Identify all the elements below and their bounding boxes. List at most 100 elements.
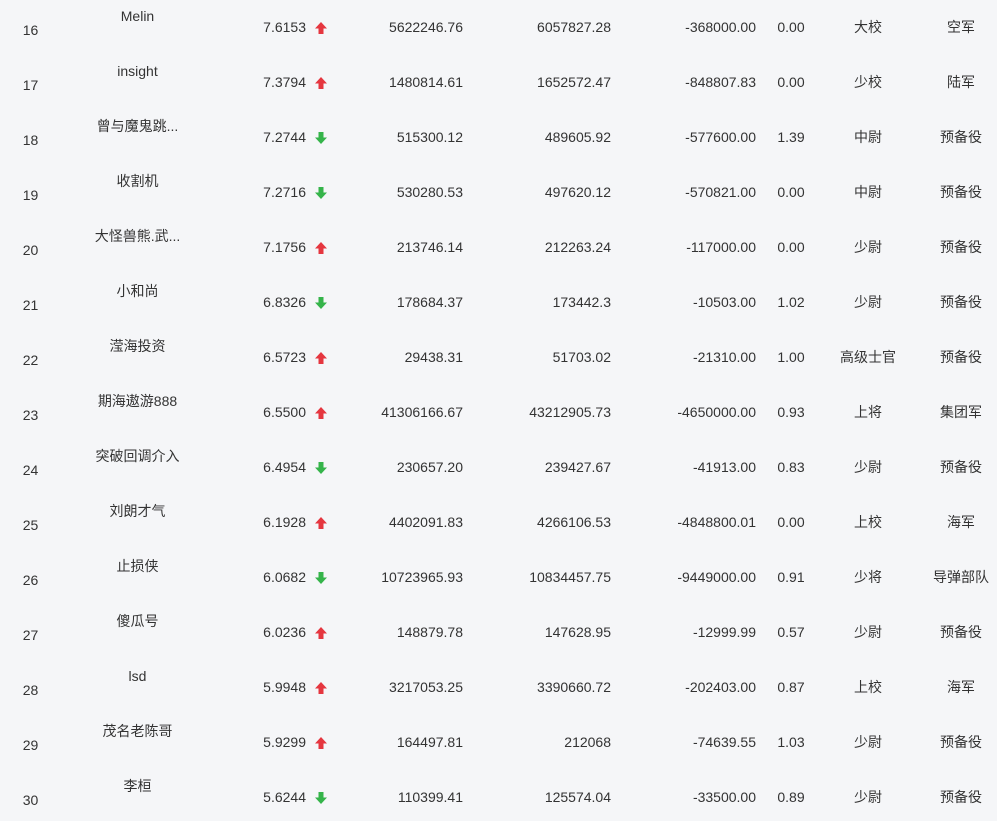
table-row[interactable]: 18 曾与魔鬼跳... 7.2744 515300.12 489605.92 -57760…: [0, 111, 997, 166]
rank-title-cell: 少尉: [854, 789, 882, 805]
rank-title-cell: 中尉: [854, 184, 882, 200]
value-cell-3: -33500.00: [692, 789, 756, 805]
value-cell-2: 6057827.28: [537, 19, 611, 35]
rank-title-cell: 少校: [854, 74, 882, 90]
value-cell-1: 29438.31: [404, 349, 463, 365]
branch-cell: 预备役: [940, 624, 982, 640]
trader-name[interactable]: 收割机: [80, 172, 195, 190]
score-cell: 7.3794: [263, 74, 306, 90]
score-cell: 6.5723: [263, 349, 306, 365]
ratio-cell: 1.03: [777, 734, 805, 750]
rank-title-cell: 少将: [854, 569, 882, 585]
value-cell-3: -202403.00: [685, 679, 756, 695]
value-cell-2: 51703.02: [552, 349, 611, 365]
trader-name[interactable]: lsd: [80, 667, 195, 685]
value-cell-3: -4650000.00: [677, 404, 756, 420]
trader-name[interactable]: 曾与魔鬼跳...: [80, 117, 195, 135]
value-cell-1: 5622246.76: [389, 19, 463, 35]
trader-name[interactable]: 刘朗才气: [80, 502, 195, 520]
table-row[interactable]: 17 insight 7.3794 1480814.61 1652572.47 -8488…: [0, 56, 997, 111]
branch-cell: 导弹部队: [933, 569, 989, 585]
rank-cell: 23: [22, 407, 39, 423]
table-row[interactable]: 26 止损侠 6.0682 10723965.93 10834457.75 -944900…: [0, 551, 997, 606]
trader-name[interactable]: 大怪兽熊.武...: [80, 227, 195, 245]
value-cell-2: 147628.95: [544, 624, 611, 640]
trader-name[interactable]: 茂名老陈哥: [80, 722, 195, 740]
rank-cell: 16: [22, 22, 39, 38]
ratio-cell: 0.00: [777, 74, 805, 90]
rank-cell: 22: [22, 352, 39, 368]
trader-name[interactable]: 李桓: [80, 777, 195, 795]
branch-cell: 预备役: [940, 184, 982, 200]
arrow-down-icon: [313, 295, 329, 311]
value-cell-1: 213746.14: [396, 239, 463, 255]
branch-cell: 预备役: [940, 239, 982, 255]
value-cell-2: 1652572.47: [537, 74, 611, 90]
table-row[interactable]: 23 期海遨游888 6.5500 41306166.67 43212905.73 -46…: [0, 386, 997, 441]
ratio-cell: 0.87: [777, 679, 805, 695]
score-cell: 6.4954: [263, 459, 306, 475]
value-cell-1: 530280.53: [396, 184, 463, 200]
rank-cell: 17: [22, 77, 39, 93]
arrow-up-icon: [313, 735, 329, 751]
trader-name[interactable]: 止损侠: [80, 557, 195, 575]
trader-name[interactable]: 小和尚: [80, 282, 195, 300]
value-cell-3: -577600.00: [685, 129, 756, 145]
branch-cell: 预备役: [940, 789, 982, 805]
value-cell-1: 4402091.83: [389, 514, 463, 530]
value-cell-2: 43212905.73: [529, 404, 611, 420]
table-row[interactable]: 28 lsd 5.9948 3217053.25 3390660.72 -202403.0…: [0, 661, 997, 716]
value-cell-3: -570821.00: [685, 184, 756, 200]
value-cell-1: 164497.81: [396, 734, 463, 750]
table-row[interactable]: 24 突破回调介入 6.4954 230657.20 239427.67 -41913.0…: [0, 441, 997, 496]
rank-title-cell: 高级士官: [840, 349, 896, 365]
rank-cell: 19: [22, 187, 39, 203]
arrow-up-icon: [313, 350, 329, 366]
score-cell: 6.0682: [263, 569, 306, 585]
arrow-up-icon: [313, 405, 329, 421]
branch-cell: 海军: [947, 514, 975, 530]
branch-cell: 集团军: [940, 404, 982, 420]
score-cell: 7.1756: [263, 239, 306, 255]
table-row[interactable]: 21 小和尚 6.8326 178684.37 173442.3 -10503.00 1.0…: [0, 276, 997, 331]
value-cell-1: 1480814.61: [389, 74, 463, 90]
table-row[interactable]: 19 收割机 7.2716 530280.53 497620.12 -570821.00 0…: [0, 166, 997, 221]
table-row[interactable]: 27 傻瓜号 6.0236 148879.78 147628.95 -12999.99 0.…: [0, 606, 997, 661]
table-row[interactable]: 22 滢海投资 6.5723 29438.31 51703.02 -21310.00 1.0…: [0, 331, 997, 386]
value-cell-2: 212263.24: [544, 239, 611, 255]
ratio-cell: 0.89: [777, 789, 805, 805]
rank-cell: 30: [22, 792, 39, 808]
table-row[interactable]: 16 Melin 7.6153 5622246.76 6057827.28 -368000…: [0, 1, 997, 56]
trader-name[interactable]: 傻瓜号: [80, 612, 195, 630]
value-cell-2: 173442.3: [552, 294, 611, 310]
trader-name[interactable]: 期海遨游888: [80, 392, 195, 410]
table-row[interactable]: 29 茂名老陈哥 5.9299 164497.81 212068 -74639.55 1.0…: [0, 716, 997, 771]
ratio-cell: 0.57: [777, 624, 805, 640]
arrow-up-icon: [313, 625, 329, 641]
value-cell-3: -4848800.01: [677, 514, 756, 530]
ratio-cell: 0.93: [777, 404, 805, 420]
trader-name[interactable]: 滢海投资: [80, 337, 195, 355]
score-cell: 5.9948: [263, 679, 306, 695]
table-row[interactable]: 25 刘朗才气 6.1928 4402091.83 4266106.53 -4848800…: [0, 496, 997, 551]
rank-title-cell: 上将: [854, 404, 882, 420]
arrow-up-icon: [313, 515, 329, 531]
trader-name[interactable]: insight: [80, 62, 195, 80]
arrow-down-icon: [313, 130, 329, 146]
trader-name[interactable]: Melin: [80, 7, 195, 25]
rank-title-cell: 少尉: [854, 624, 882, 640]
rank-cell: 27: [22, 627, 39, 643]
rank-title-cell: 大校: [854, 19, 882, 35]
ratio-cell: 0.00: [777, 239, 805, 255]
trader-name[interactable]: 突破回调介入: [80, 447, 195, 465]
branch-cell: 海军: [947, 679, 975, 695]
rank-title-cell: 少尉: [854, 459, 882, 475]
value-cell-1: 110399.41: [397, 789, 463, 805]
value-cell-2: 239427.67: [544, 459, 611, 475]
ratio-cell: 1.00: [777, 349, 805, 365]
table-row[interactable]: 20 大怪兽熊.武... 7.1756 213746.14 212263.24 -1170…: [0, 221, 997, 276]
value-cell-3: -848807.83: [685, 74, 756, 90]
value-cell-1: 178684.37: [396, 294, 463, 310]
ratio-cell: 1.02: [777, 294, 805, 310]
table-row[interactable]: 30 李桓 5.6244 110399.41 125574.04 -33500.00 0.8…: [0, 771, 997, 821]
